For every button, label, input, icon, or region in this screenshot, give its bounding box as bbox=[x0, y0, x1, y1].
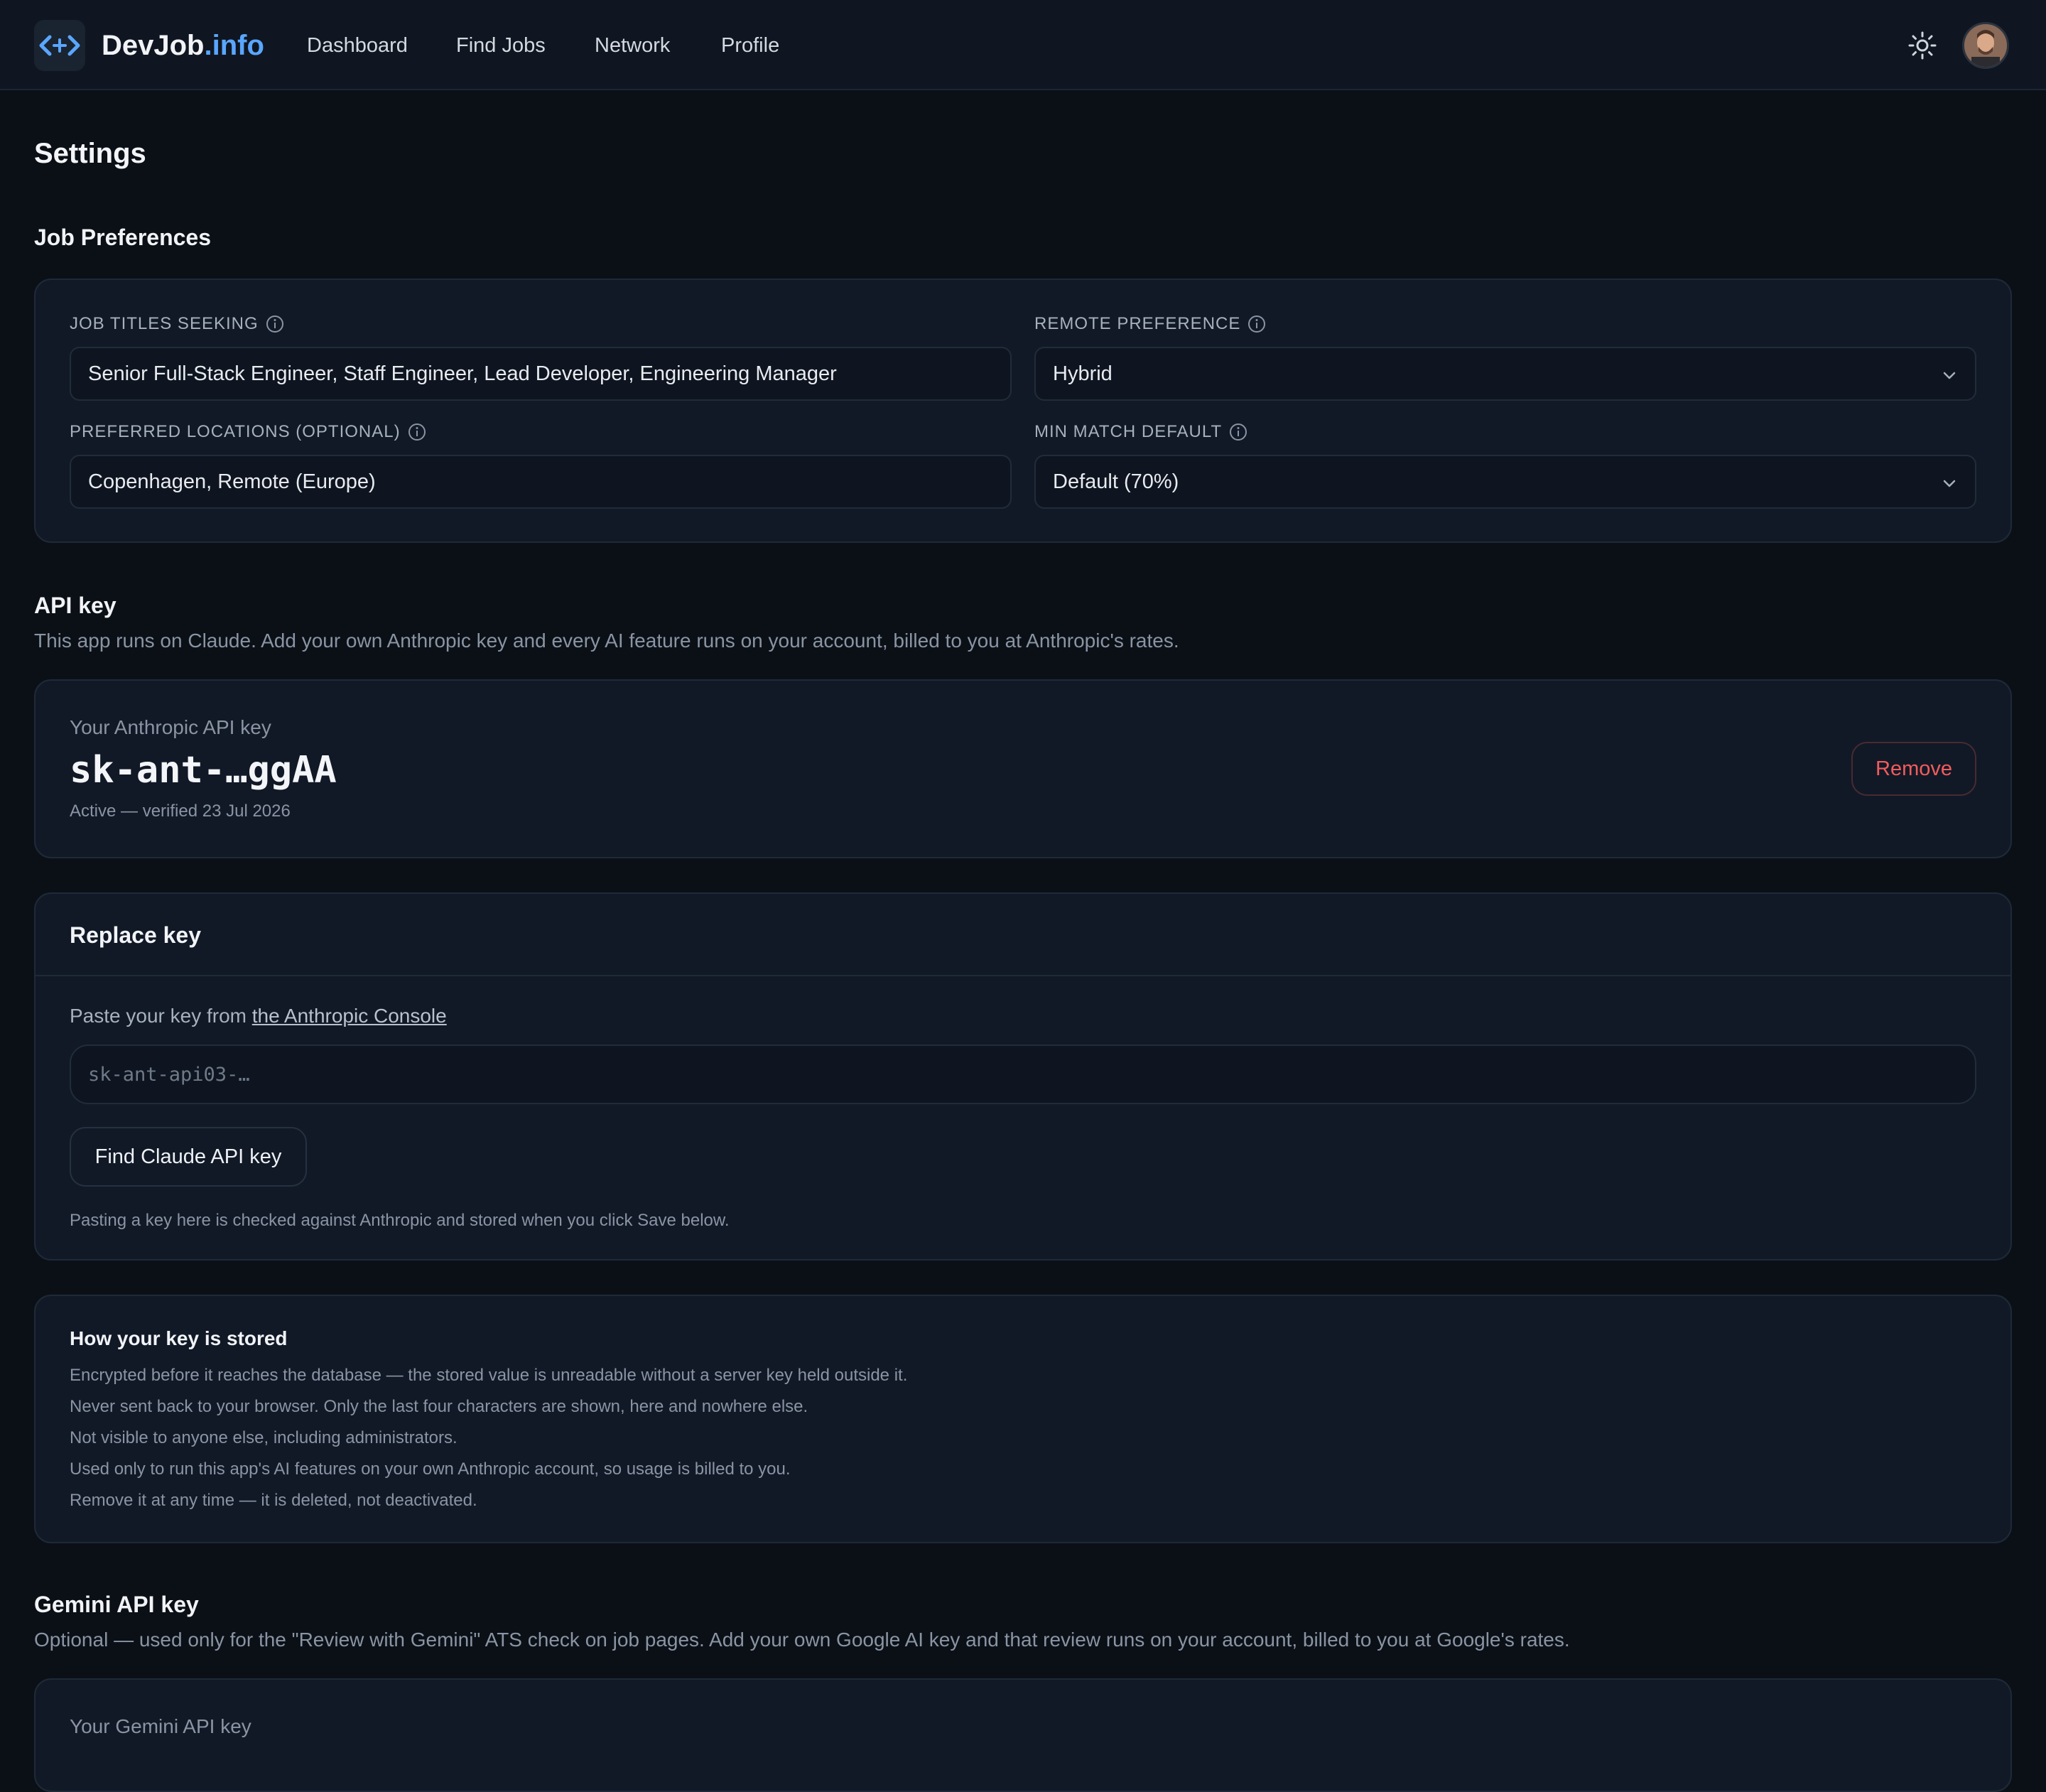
sun-icon[interactable] bbox=[1908, 31, 1937, 60]
job-titles-label: JOB TITLES SEEKING bbox=[70, 314, 284, 334]
info-icon[interactable] bbox=[1229, 423, 1247, 441]
preferred-locations-label: PREFERRED LOCATIONS (OPTIONAL) bbox=[70, 422, 426, 442]
job-preferences-title: Job Preferences bbox=[34, 225, 212, 250]
remote-preference-label-text: REMOTE PREFERENCE bbox=[1034, 314, 1241, 333]
divider bbox=[36, 975, 2010, 976]
page-title: Settings bbox=[34, 138, 146, 169]
nav-link-network[interactable]: Network bbox=[595, 31, 670, 60]
remote-preference-value: Hybrid bbox=[1053, 362, 1113, 385]
info-icon[interactable] bbox=[1247, 315, 1266, 333]
job-titles-input[interactable]: Senior Full-Stack Engineer, Staff Engine… bbox=[70, 347, 1012, 401]
top-navbar: DevJob.info Dashboard Find Jobs Network … bbox=[0, 0, 2046, 90]
min-match-label: MIN MATCH DEFAULT bbox=[1034, 422, 1247, 442]
logo[interactable] bbox=[34, 20, 85, 71]
chevron-down-icon bbox=[1943, 480, 1956, 487]
gemini-key-card: Your Gemini API key bbox=[34, 1678, 2012, 1792]
remote-preference-select[interactable]: Hybrid bbox=[1034, 347, 1976, 401]
current-key-label: Your Anthropic API key bbox=[70, 716, 271, 738]
find-claude-api-key-button[interactable]: Find Claude API key bbox=[70, 1127, 307, 1187]
preferred-locations-label-text: PREFERRED LOCATIONS (OPTIONAL) bbox=[70, 422, 401, 441]
current-key-status: Active — verified 23 Jul 2026 bbox=[70, 801, 291, 821]
paste-prefix: Paste your key from bbox=[70, 1005, 252, 1027]
brand-accent: .info bbox=[204, 30, 264, 61]
replace-key-note: Pasting a key here is checked against An… bbox=[70, 1211, 730, 1230]
code-brackets-icon bbox=[39, 35, 80, 56]
avatar[interactable] bbox=[1962, 22, 2009, 69]
brand-main: DevJob bbox=[102, 30, 205, 61]
nav-link-dashboard[interactable]: Dashboard bbox=[307, 31, 408, 60]
storage-info-card: How your key is stored Encrypted before … bbox=[34, 1295, 2012, 1543]
nav-link-profile[interactable]: Profile bbox=[721, 31, 779, 60]
remote-preference-label: REMOTE PREFERENCE bbox=[1034, 314, 1266, 334]
replace-key-card: Replace key Paste your key from the Anth… bbox=[34, 892, 2012, 1261]
chevron-down-icon bbox=[1943, 372, 1956, 379]
storage-line: Remove it at any time — it is deleted, n… bbox=[70, 1491, 477, 1510]
storage-line: Never sent back to your browser. Only th… bbox=[70, 1397, 808, 1416]
storage-line: Not visible to anyone else, including ad… bbox=[70, 1428, 458, 1447]
paste-instructions: Paste your key from the Anthropic Consol… bbox=[70, 1005, 447, 1027]
avatar-photo bbox=[1964, 24, 2007, 67]
brand-name[interactable]: DevJob.info bbox=[102, 27, 264, 64]
storage-line: Encrypted before it reaches the database… bbox=[70, 1366, 908, 1385]
replace-key-title: Replace key bbox=[70, 922, 202, 948]
min-match-label-text: MIN MATCH DEFAULT bbox=[1034, 422, 1223, 441]
gemini-key-label: Your Gemini API key bbox=[70, 1715, 251, 1737]
current-api-key-card: Your Anthropic API key sk-ant-…ggAA Acti… bbox=[34, 679, 2012, 858]
api-key-title: API key bbox=[34, 593, 117, 618]
current-key-value: sk-ant-…ggAA bbox=[70, 749, 337, 792]
min-match-value: Default (70%) bbox=[1053, 470, 1179, 493]
anthropic-console-link[interactable]: the Anthropic Console bbox=[252, 1005, 447, 1027]
nav-link-find-jobs[interactable]: Find Jobs bbox=[456, 31, 546, 60]
gemini-key-title: Gemini API key bbox=[34, 1592, 199, 1617]
job-titles-label-text: JOB TITLES SEEKING bbox=[70, 314, 259, 333]
gemini-key-description: Optional — used only for the "Review wit… bbox=[34, 1629, 1570, 1651]
api-key-description: This app runs on Claude. Add your own An… bbox=[34, 630, 1179, 652]
preferred-locations-input[interactable]: Copenhagen, Remote (Europe) bbox=[70, 455, 1012, 509]
storage-line: Used only to run this app's AI features … bbox=[70, 1459, 791, 1479]
storage-title: How your key is stored bbox=[70, 1327, 288, 1349]
min-match-select[interactable]: Default (70%) bbox=[1034, 455, 1976, 509]
info-icon[interactable] bbox=[408, 423, 426, 441]
remove-key-button[interactable]: Remove bbox=[1851, 742, 1976, 796]
api-key-input[interactable]: sk-ant-api03-… bbox=[70, 1045, 1976, 1104]
job-preferences-card: JOB TITLES SEEKING Senior Full-Stack Eng… bbox=[34, 279, 2012, 543]
info-icon[interactable] bbox=[266, 315, 284, 333]
